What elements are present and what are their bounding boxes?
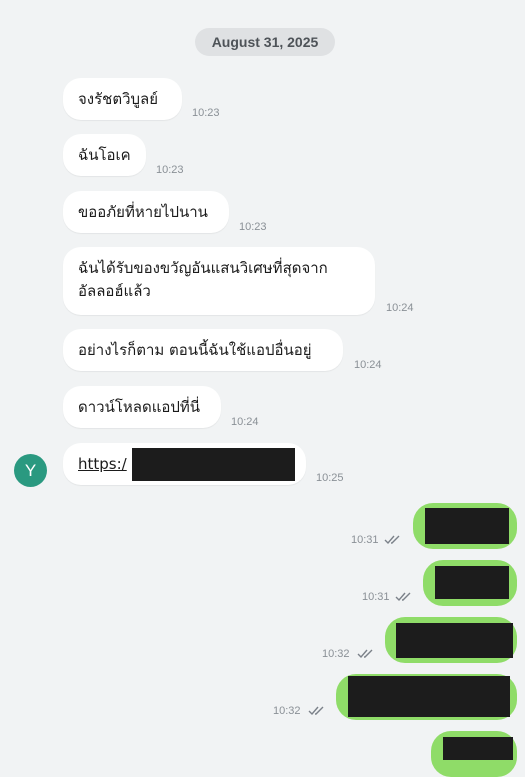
message-text: ฉันโอเค [78,145,131,164]
message-text: จงรัชตวิบูลย์ [78,89,159,108]
sender-avatar[interactable]: Y [14,454,47,487]
incoming-message[interactable]: ดาวน์โหลดแอปที่นี่ [63,386,221,428]
message-time: 10:25 [316,472,344,484]
incoming-message[interactable]: จงรัชตวิบูลย์ [63,78,182,120]
message-time: 10:24 [231,416,259,428]
message-link[interactable]: https:/ [78,453,127,476]
message-text: ดาวน์โหลดแอปที่นี่ [78,397,201,416]
message-time: 10:23 [156,164,184,176]
redacted-message-content [348,676,510,717]
message-time: 10:23 [192,107,220,119]
redacted-message-content [443,737,513,760]
double-check-icon [384,535,402,545]
message-time: 10:32 [322,648,350,660]
redacted-message-content [435,566,509,599]
incoming-message[interactable]: ฉันโอเค [63,134,146,176]
message-time: 10:31 [351,534,379,546]
redacted-message-content [396,623,513,658]
message-text-line-1: ฉันได้รับของขวัญอันแสนวิเศษที่สุดจาก [78,259,328,277]
double-check-icon [357,649,375,659]
message-text-line-2: อัลลอฮ์แล้ว [78,282,151,300]
message-time: 10:32 [273,705,301,717]
redacted-message-content [425,508,509,544]
incoming-message[interactable]: อย่างไรก็ตาม ตอนนี้ฉันใช้แอปอื่นอยู่ [63,329,343,371]
incoming-message[interactable]: ฉันได้รับของขวัญอันแสนวิเศษที่สุดจาก อัล… [63,247,375,315]
message-time: 10:23 [239,221,267,233]
message-text: ขออภัยที่หายไปนาน [78,202,208,221]
date-separator: August 31, 2025 [195,28,335,56]
redacted-link-block [132,448,295,481]
message-time: 10:31 [362,591,390,603]
incoming-message[interactable]: ขออภัยที่หายไปนาน [63,191,229,233]
double-check-icon [308,706,326,716]
message-text: อย่างไรก็ตาม ตอนนี้ฉันใช้แอปอื่นอยู่ [78,340,312,359]
message-time: 10:24 [354,359,382,371]
double-check-icon [395,592,413,602]
message-time: 10:24 [386,302,414,314]
